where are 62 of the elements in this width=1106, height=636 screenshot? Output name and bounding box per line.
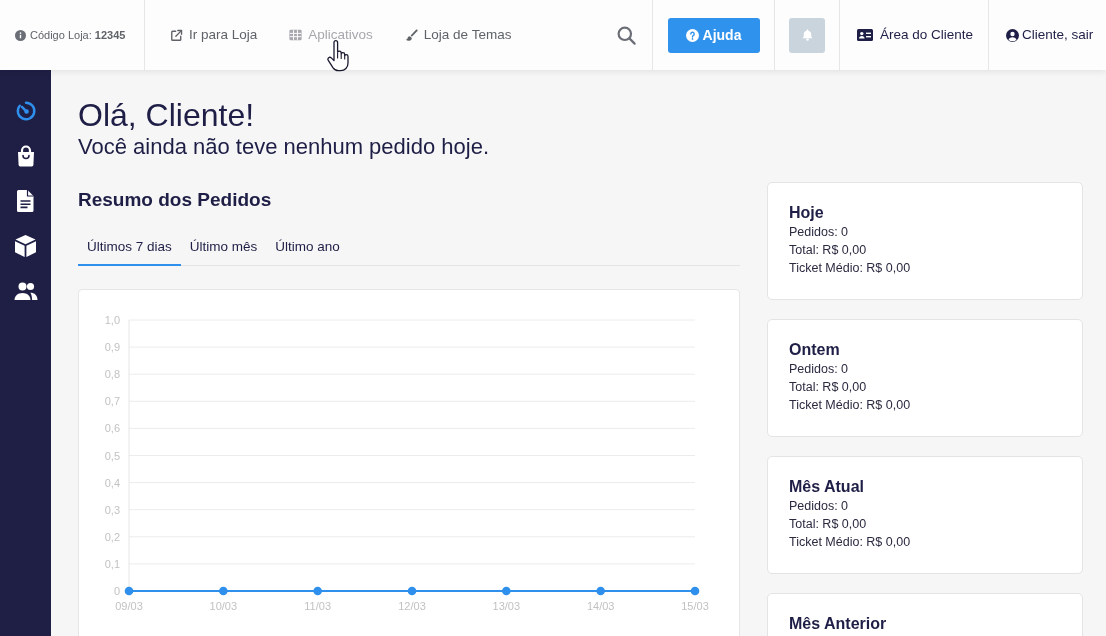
y-axis-label: 0,3	[104, 503, 120, 516]
question-icon	[685, 28, 699, 42]
greeting-title: Olá, Cliente!	[78, 96, 256, 134]
info-icon	[15, 29, 26, 41]
data-point	[124, 586, 134, 596]
data-point	[313, 586, 322, 596]
card-stat: Ticket Médio: R$ 0,00	[789, 397, 912, 414]
nav-link[interactable]: Ir para Loja	[170, 24, 258, 46]
y-axis-label: 0,2	[104, 530, 120, 543]
user-icon	[1006, 28, 1019, 42]
data-point	[219, 586, 228, 596]
y-axis-label: 0,8	[104, 368, 120, 381]
x-axis-label: 09/03	[115, 600, 143, 612]
card-title: Mês Atual	[789, 477, 865, 497]
card-stat: Ticket Médio: R$ 0,00	[789, 534, 912, 551]
card-stat: Pedidos: 0	[789, 224, 850, 241]
store-code: Código Loja: 12345	[30, 27, 126, 43]
document-icon	[17, 189, 34, 212]
stopwatch-icon	[14, 99, 37, 122]
card-stat: Total: R$ 0,00	[789, 379, 868, 396]
y-axis-label: 0,4	[104, 476, 120, 489]
section-title: Resumo dos Pedidos	[78, 188, 273, 212]
tab[interactable]: Último ano	[266, 230, 349, 266]
external-link-icon	[170, 28, 183, 42]
data-point	[407, 586, 417, 596]
paintbrush-icon	[404, 28, 418, 42]
people-icon	[13, 281, 38, 300]
x-axis-label: 13/03	[492, 600, 521, 612]
x-axis-label: 14/03	[586, 600, 615, 612]
x-axis-label: 12/03	[398, 600, 426, 612]
card-stat: Total: R$ 0,00	[789, 242, 868, 259]
card-title: Mês Anterior	[789, 614, 888, 634]
card-title: Ontem	[789, 340, 841, 360]
nav-link[interactable]: Loja de Temas	[404, 24, 512, 46]
y-axis-label: 0,9	[104, 341, 120, 354]
grid-icon	[289, 29, 303, 41]
cube-icon	[15, 234, 36, 257]
data-point	[596, 586, 605, 596]
card-title: Hoje	[789, 203, 825, 223]
data-point	[690, 586, 700, 596]
card-stat: Ticket Médio: R$ 0,00	[789, 260, 912, 277]
card-stat: Total: R$ 0,00	[789, 516, 868, 533]
x-axis-label: 10/03	[209, 600, 238, 612]
bell-icon	[800, 28, 814, 42]
x-axis-label: 11/03	[304, 600, 332, 612]
tab[interactable]: Últimos 7 dias	[78, 230, 181, 266]
y-axis-label: 0,5	[104, 449, 120, 462]
x-axis-label: 15/03	[681, 600, 709, 612]
y-axis-label: 0,1	[104, 557, 120, 570]
search-icon	[616, 25, 636, 45]
client-area-link[interactable]: Área do Cliente	[857, 24, 974, 46]
data-point	[502, 586, 511, 596]
card-stat: Pedidos: 0	[789, 498, 850, 515]
search-button[interactable]	[615, 24, 637, 46]
id-card-icon	[857, 29, 873, 41]
greeting-subtitle: Você ainda não teve nenhum pedido hoje.	[78, 134, 490, 160]
tab[interactable]: Último mês	[180, 230, 267, 266]
shopping-bag-icon	[15, 144, 36, 167]
y-axis-label: 0,6	[104, 422, 120, 435]
logout-link[interactable]: Cliente, sair	[1006, 24, 1094, 46]
card-stat: Pedidos: 0	[789, 361, 850, 378]
y-axis-label: 0,7	[104, 395, 120, 408]
